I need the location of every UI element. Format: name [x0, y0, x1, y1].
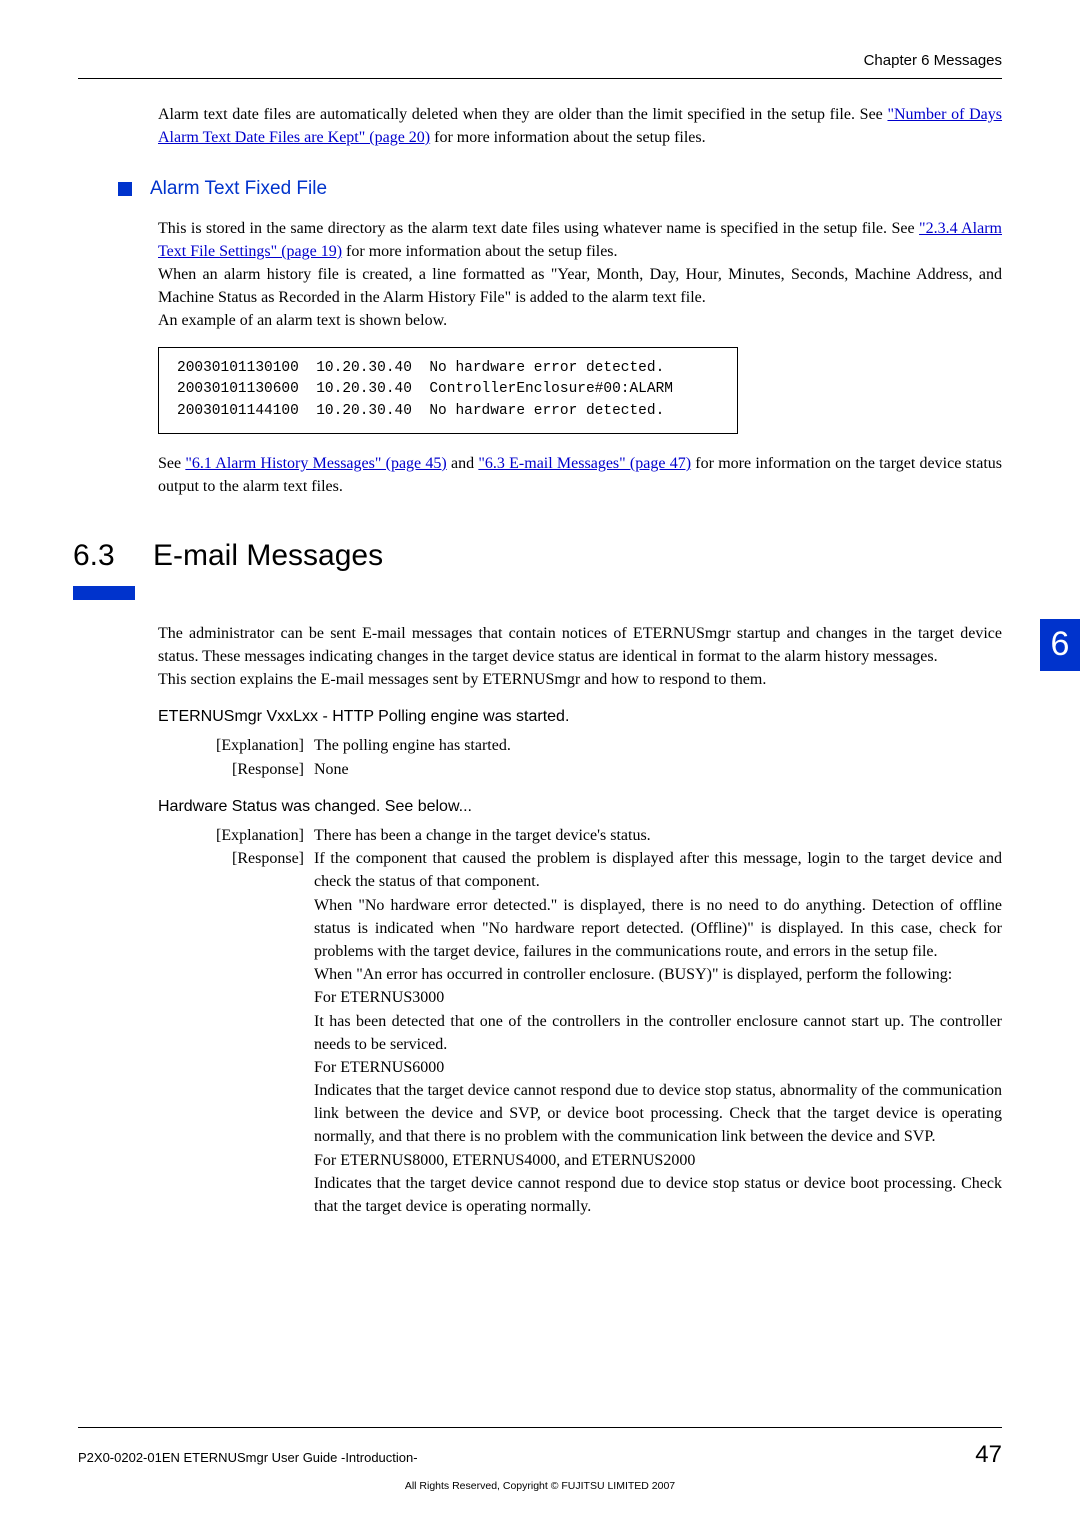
footer-copyright: All Rights Reserved, Copyright © FUJITSU…	[78, 1479, 1002, 1494]
text: For ETERNUS8000, ETERNUS4000, and ETERNU…	[314, 1149, 1002, 1172]
link-alarm-history[interactable]: "6.1 Alarm History Messages" (page 45)	[185, 455, 446, 472]
explanation-label: [Explanation]	[208, 824, 314, 847]
page-footer: P2X0-0202-01EN ETERNUSmgr User Guide -In…	[0, 1427, 1080, 1494]
text: Alarm text date files are automatically …	[158, 106, 887, 123]
text: Indicates that the target device cannot …	[314, 1172, 1002, 1218]
subsection-heading-row: Alarm Text Fixed File	[118, 175, 1002, 203]
message-block: [Explanation] There has been a change in…	[208, 824, 1002, 1218]
response-content: None	[314, 758, 1002, 781]
chapter-tab: 6	[1040, 619, 1080, 671]
text: and	[447, 455, 479, 472]
text: For ETERNUS3000	[314, 986, 1002, 1009]
text: for more information about the setup fil…	[342, 243, 617, 260]
see-also: See "6.1 Alarm History Messages" (page 4…	[158, 452, 1002, 498]
explanation-content: The polling engine has started.	[314, 734, 1002, 757]
top-rule	[78, 78, 1002, 79]
message-title: ETERNUSmgr VxxLxx - HTTP Polling engine …	[158, 705, 1002, 728]
square-bullet-icon	[118, 182, 132, 196]
section-heading-row: 6.3 E-mail Messages	[78, 534, 1002, 578]
explanation-label: [Explanation]	[208, 734, 314, 757]
text: This section explains the E-mail message…	[158, 668, 1002, 691]
footer-doc-id: P2X0-0202-01EN ETERNUSmgr User Guide -In…	[78, 1449, 418, 1468]
text: See	[158, 455, 185, 472]
text: When an alarm history file is created, a…	[158, 263, 1002, 309]
page-number: 47	[975, 1438, 1002, 1473]
text: Indicates that the target device cannot …	[314, 1079, 1002, 1149]
section-intro: The administrator can be sent E-mail mes…	[158, 622, 1002, 692]
message-block: [Explanation] The polling engine has sta…	[208, 734, 1002, 780]
section-number: 6.3	[73, 534, 153, 578]
section-title: E-mail Messages	[153, 534, 383, 578]
intro-paragraph: Alarm text date files are automatically …	[158, 103, 1002, 149]
message-title: Hardware Status was changed. See below..…	[158, 795, 1002, 818]
response-label: [Response]	[208, 847, 314, 870]
alarm-text-example: 20030101130100 10.20.30.40 No hardware e…	[158, 347, 738, 434]
link-email-messages[interactable]: "6.3 E-mail Messages" (page 47)	[478, 455, 691, 472]
section-underline-icon	[73, 586, 135, 600]
bottom-rule	[78, 1427, 1002, 1428]
text: For ETERNUS6000	[314, 1056, 1002, 1079]
subsection-title: Alarm Text Fixed File	[150, 175, 327, 203]
text: An example of an alarm text is shown bel…	[158, 309, 1002, 332]
text: When "An error has occurred in controlle…	[314, 963, 1002, 986]
text: This is stored in the same directory as …	[158, 220, 919, 237]
text: If the component that caused the problem…	[314, 847, 1002, 893]
text: When "No hardware error detected." is di…	[314, 894, 1002, 964]
subsection-body: This is stored in the same directory as …	[158, 217, 1002, 333]
text: It has been detected that one of the con…	[314, 1010, 1002, 1056]
explanation-content: There has been a change in the target de…	[314, 824, 1002, 847]
text: The administrator can be sent E-mail mes…	[158, 622, 1002, 668]
chapter-header: Chapter 6 Messages	[78, 50, 1002, 72]
response-label: [Response]	[208, 758, 314, 781]
text: for more information about the setup fil…	[430, 129, 705, 146]
response-content: If the component that caused the problem…	[314, 847, 1002, 1218]
